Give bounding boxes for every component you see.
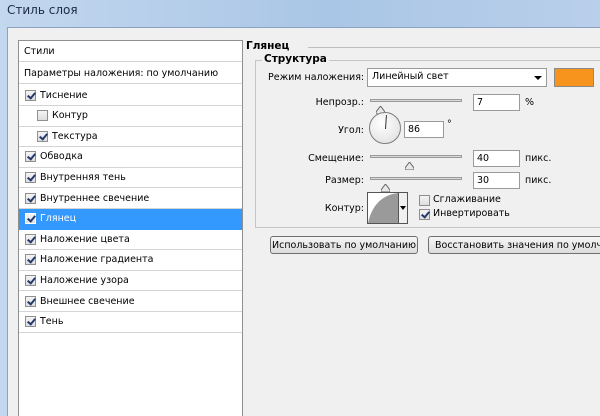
styles-list: Стили Параметры наложения: по умолчанию … <box>18 40 243 416</box>
color-swatch[interactable] <box>554 68 594 87</box>
distance-input[interactable]: 40 <box>473 150 520 167</box>
size-label: Размер: <box>325 175 364 186</box>
antialias-label: Сглаживание <box>433 194 501 205</box>
angle-needle <box>385 114 387 130</box>
dialog-panel: Стили Параметры наложения: по умолчанию … <box>7 27 600 416</box>
style-checkbox[interactable] <box>25 316 36 328</box>
style-item-label: Внутренняя тень <box>40 171 126 183</box>
size-slider-thumb[interactable] <box>380 184 390 192</box>
make-default-button[interactable]: Использовать по умолчанию <box>270 236 418 254</box>
blending-options-label: Параметры наложения: по умолчанию <box>24 67 219 79</box>
style-item-label: Контур <box>52 110 88 122</box>
invert-checkbox[interactable] <box>419 209 430 220</box>
angle-input[interactable]: 86 <box>404 121 444 138</box>
style-item[interactable]: Тень <box>19 312 242 333</box>
styles-header[interactable]: Стили <box>19 41 242 62</box>
style-item[interactable]: Наложение цвета <box>19 229 242 251</box>
angle-label: Угол: <box>338 125 364 136</box>
style-checkbox[interactable] <box>25 89 36 101</box>
window-title: Стиль слоя <box>7 3 78 17</box>
size-slider[interactable] <box>370 177 462 192</box>
style-checkbox[interactable] <box>25 233 36 245</box>
distance-slider-thumb[interactable] <box>405 162 415 170</box>
style-item[interactable]: Наложение узора <box>19 270 242 292</box>
opacity-label: Непрозр.: <box>315 97 364 108</box>
invert-label: Инвертировать <box>433 208 510 219</box>
style-checkbox[interactable] <box>37 130 48 142</box>
style-item[interactable]: Внутреннее свечение <box>19 188 242 209</box>
structure-title: Структура <box>262 53 329 65</box>
style-checkbox[interactable] <box>25 213 36 225</box>
style-item-label: Наложение узора <box>40 274 129 286</box>
style-item-label: Тень <box>40 316 64 328</box>
size-unit: пикс. <box>525 175 552 186</box>
style-item[interactable]: Тиснение <box>19 85 242 106</box>
opacity-input[interactable]: 7 <box>473 94 520 111</box>
blend-mode-label: Режим наложения: <box>268 72 365 83</box>
style-item[interactable]: Контур <box>19 106 242 127</box>
antialias-checkbox[interactable] <box>419 195 430 206</box>
opacity-unit: % <box>525 97 535 108</box>
contour-curve-icon <box>368 193 398 223</box>
style-item[interactable]: Внешнее свечение <box>19 291 242 312</box>
styles-header-label: Стили <box>24 45 55 57</box>
distance-unit: пикс. <box>525 153 552 164</box>
style-item[interactable]: Текстура <box>19 126 242 148</box>
style-item-label: Наложение градиента <box>40 254 154 266</box>
angle-unit: ° <box>447 119 452 130</box>
chevron-down-icon <box>534 76 542 80</box>
contour-label: Контур: <box>324 203 364 214</box>
chevron-down-icon <box>400 206 406 210</box>
style-item-label: Внутреннее свечение <box>40 192 150 204</box>
blending-options-item[interactable]: Параметры наложения: по умолчанию <box>19 63 242 84</box>
distance-label: Смещение: <box>308 153 364 164</box>
style-checkbox[interactable] <box>25 295 36 307</box>
style-item-label: Внешнее свечение <box>40 295 135 307</box>
contour-dropdown[interactable] <box>399 192 408 224</box>
style-checkbox[interactable] <box>25 274 36 286</box>
distance-slider[interactable] <box>370 155 462 170</box>
style-checkbox[interactable] <box>25 171 36 183</box>
reset-default-button[interactable]: Восстановить значения по умолчанию <box>428 236 600 254</box>
style-checkbox[interactable] <box>37 110 48 122</box>
angle-dial[interactable] <box>369 112 401 144</box>
blend-mode-select[interactable]: Линейный свет <box>367 68 547 87</box>
satin-title: Глянец <box>246 40 290 52</box>
style-item[interactable]: Обводка <box>19 147 242 168</box>
style-item[interactable]: Глянец <box>19 208 242 230</box>
satin-divider <box>308 47 600 48</box>
style-item-label: Наложение цвета <box>40 233 130 245</box>
style-checkbox[interactable] <box>25 192 36 204</box>
style-checkbox[interactable] <box>25 151 36 163</box>
style-item[interactable]: Внутренняя тень <box>19 167 242 189</box>
style-item-label: Глянец <box>40 213 77 225</box>
size-input[interactable]: 30 <box>473 172 520 189</box>
style-item-label: Текстура <box>52 130 98 142</box>
style-item-label: Тиснение <box>40 89 88 101</box>
contour-picker[interactable] <box>367 192 399 224</box>
style-item-label: Обводка <box>40 151 83 163</box>
style-checkbox[interactable] <box>25 254 36 266</box>
opacity-slider[interactable] <box>370 99 462 114</box>
style-item[interactable]: Наложение градиента <box>19 250 242 271</box>
blend-mode-value: Линейный свет <box>372 71 449 82</box>
